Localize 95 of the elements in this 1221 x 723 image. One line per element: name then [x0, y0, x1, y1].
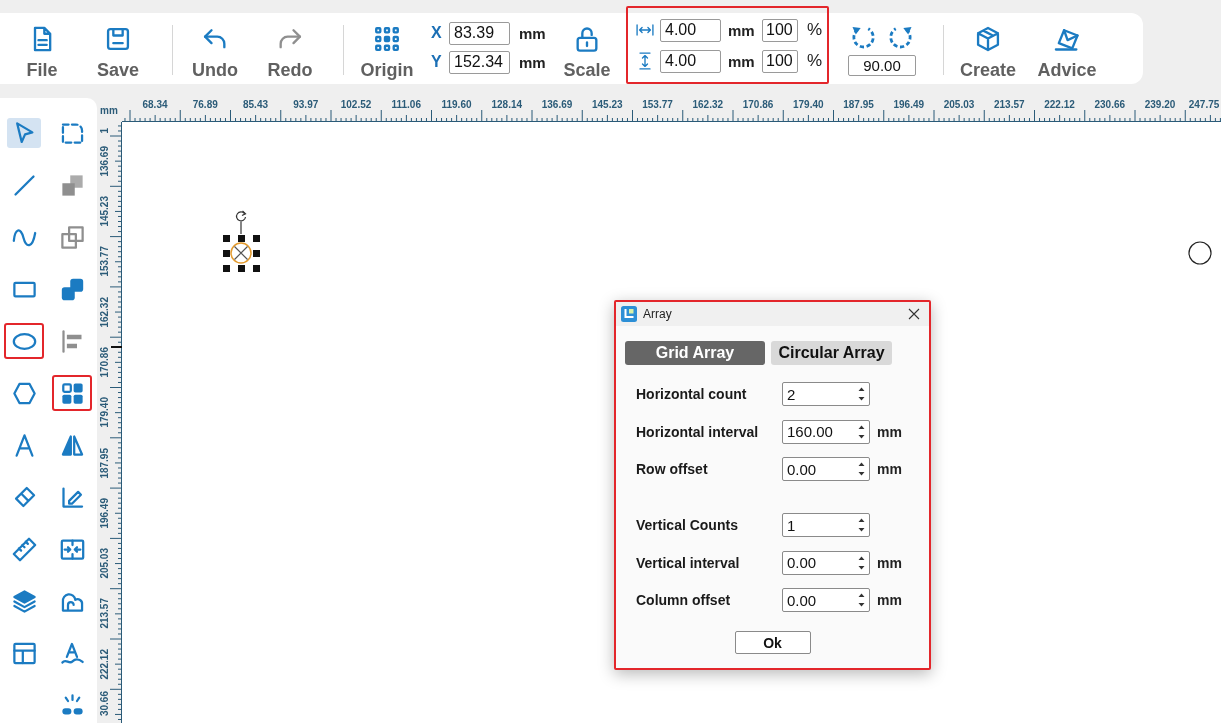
spin-field[interactable]: 0.00: [782, 550, 870, 575]
ruler-label: 230.66: [1094, 99, 1126, 110]
spinner-arrows-icon[interactable]: [858, 387, 865, 401]
ruler-label: 170.86: [98, 346, 110, 378]
ruler-label: 85.43: [243, 99, 268, 110]
rotation-field[interactable]: 90.00: [848, 55, 916, 76]
dialog-title: Array: [643, 307, 672, 321]
tool-button[interactable]: [4, 323, 44, 359]
position-field[interactable]: 152.34: [449, 50, 510, 74]
ruler-label: 1: [98, 128, 110, 134]
unit-label: mm: [877, 423, 903, 440]
spin-field[interactable]: 0.00: [782, 588, 870, 612]
ruler-label: 196.49: [98, 497, 110, 529]
ruler-label: 205.03: [98, 548, 110, 579]
size-field[interactable]: 4.00: [660, 18, 721, 42]
unit-label: mm: [519, 24, 546, 42]
ruler-label: 153.77: [642, 99, 673, 110]
unit-label: mm: [877, 461, 903, 477]
ruler-label: 162.32: [98, 296, 110, 328]
toolbar-button[interactable]: Create: [956, 25, 1020, 81]
ruler-label: 187.95: [98, 447, 110, 479]
ruler-label: 153.77: [98, 246, 110, 277]
size-field[interactable]: 4.00: [660, 49, 721, 73]
field-label: Horizontal interval: [636, 423, 760, 440]
tab[interactable]: Grid Array: [625, 341, 765, 365]
ruler-label: 128.14: [491, 99, 523, 110]
ruler-label: 119.60: [441, 99, 472, 110]
spin-field[interactable]: 0.00: [782, 457, 870, 481]
spinner-arrows-icon[interactable]: [858, 555, 865, 570]
ruler-label: 136.69: [98, 145, 110, 177]
rotation-handle[interactable]: [234, 210, 248, 234]
ruler-label: 213.57: [993, 99, 1025, 110]
ruler-label: 239.20: [1144, 99, 1176, 110]
axis-label: X: [431, 24, 443, 42]
spin-field[interactable]: 2: [782, 382, 870, 406]
toolbar-button[interactable]: Save: [86, 25, 150, 81]
position-field[interactable]: 83.39: [449, 21, 510, 45]
ruler-label: 145.23: [98, 196, 110, 227]
field-label: Vertical interval: [636, 554, 741, 571]
ruler-unit: mm: [100, 105, 118, 116]
spinner-arrows-icon[interactable]: [858, 424, 865, 439]
field-label: Vertical Counts: [636, 517, 739, 533]
ruler-label: 213.57: [98, 598, 110, 629]
ruler-label: 102.52: [340, 99, 372, 110]
close-icon[interactable]: [908, 308, 920, 320]
percent-sign: %: [807, 20, 823, 40]
spinner-arrows-icon[interactable]: [858, 518, 865, 532]
crossed-circle-shape[interactable]: [230, 242, 252, 264]
spinner-arrows-icon[interactable]: [858, 462, 865, 476]
ruler-label: 247.75: [1188, 99, 1220, 110]
ruler-label: 68.34: [142, 99, 168, 110]
spin-field[interactable]: 1: [782, 513, 870, 537]
cube-icon: [974, 25, 1002, 53]
toolbar-button[interactable]: Undo: [183, 25, 247, 81]
ruler-cursor-marker: [111, 346, 122, 348]
tool-button[interactable]: [52, 375, 92, 411]
ruler-label: 162.32: [692, 99, 724, 110]
ruler-label: 170.86: [742, 99, 774, 110]
ruler-label: 187.95: [843, 99, 874, 110]
ruler-label: 111.06: [391, 99, 421, 110]
spinner-arrows-icon[interactable]: [858, 593, 865, 607]
axis-label: Y: [431, 53, 443, 71]
toolbar-button[interactable]: File: [10, 25, 74, 81]
toolbar-button[interactable]: Advice: [1035, 25, 1099, 81]
field-label: Row offset: [636, 461, 709, 477]
tab[interactable]: Circular Array: [771, 341, 892, 365]
unit-label: mm: [728, 52, 756, 70]
grid-squares-icon: [373, 25, 401, 53]
origin-button[interactable]: Origin: [355, 25, 419, 81]
unit-label: mm: [877, 554, 903, 571]
ruler-label: 222.12: [98, 648, 110, 680]
ruler-label: 93.97: [293, 99, 319, 110]
ruler-label: 145.23: [591, 99, 623, 110]
ruler-label: 205.03: [943, 99, 975, 110]
unit-label: mm: [519, 53, 546, 71]
tool-button[interactable]: [4, 115, 44, 151]
ruler-label: 196.49: [893, 99, 925, 110]
ruler-label: 179.40: [792, 99, 824, 110]
percent-sign: %: [807, 51, 823, 71]
percent-field[interactable]: 100: [762, 49, 798, 73]
field-label: Column offset: [636, 592, 732, 608]
scale-button[interactable]: Scale: [555, 25, 619, 81]
ok-button[interactable]: Ok: [734, 631, 811, 654]
ruler-label: 30.66: [98, 691, 110, 717]
ruler-label: 136.69: [541, 99, 573, 110]
unit-label: mm: [877, 592, 903, 608]
app-icon: [621, 306, 637, 322]
circle-shape[interactable]: [1188, 241, 1212, 265]
percent-field[interactable]: 100: [762, 18, 798, 42]
field-label: Horizontal count: [636, 386, 748, 402]
unit-label: mm: [728, 21, 756, 39]
ruler-label: 76.89: [192, 99, 218, 110]
ruler-label: 222.12: [1044, 99, 1075, 110]
ruler-label: 179.40: [98, 397, 110, 428]
spin-field[interactable]: 160.00: [782, 419, 870, 444]
